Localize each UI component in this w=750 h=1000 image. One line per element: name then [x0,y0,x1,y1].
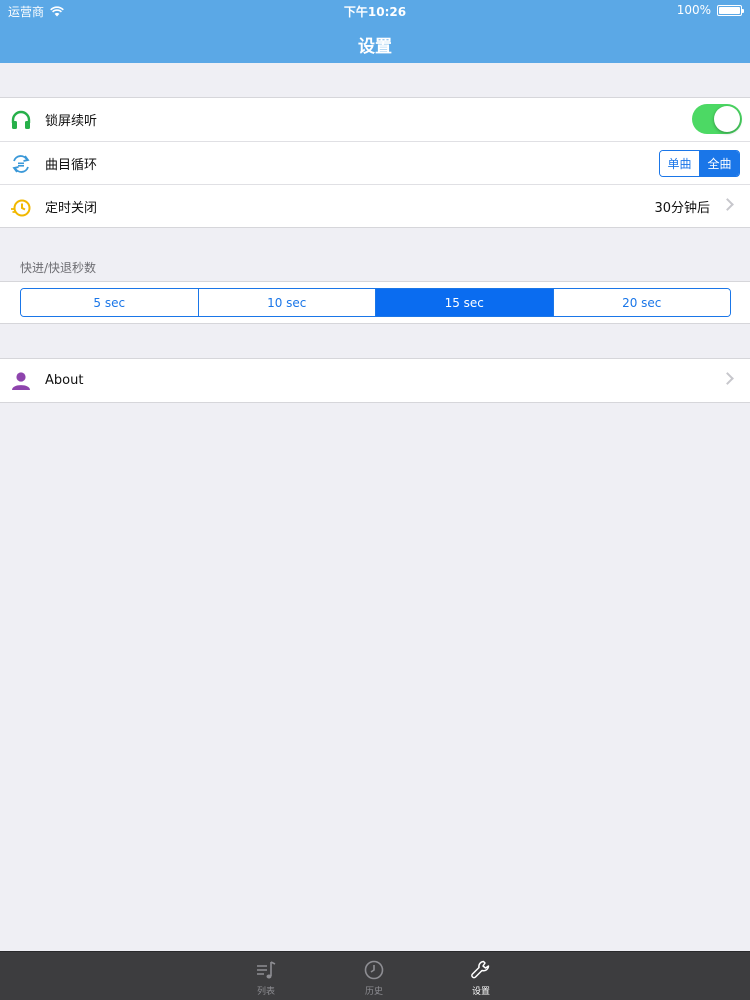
timer-icon [10,196,32,218]
battery-percent: 100% [676,3,711,17]
battery-icon [717,4,744,16]
headphones-icon [10,109,32,131]
toggle-knob [714,106,740,132]
loop-row: 曲目循环 单曲 全曲 [0,141,750,184]
repeat-icon [10,153,32,175]
about-group: About [0,358,750,403]
timer-label: 定时关闭 [45,200,98,216]
tab-settings-label: 设置 [471,987,490,997]
seek-segmented-control: 5 sec 10 sec 15 sec 20 sec [20,288,731,317]
tab-list-label: 列表 [256,987,275,997]
status-bar: 运营商 下午10:26 100% [0,0,750,20]
about-row[interactable]: About [0,359,750,402]
lock-screen-label: 锁屏续听 [45,114,98,129]
settings-group: 锁屏续听 曲目循环 单曲 全曲 定时关闭 30分钟后 [0,97,750,228]
tab-list[interactable]: 列表 [236,952,296,1000]
user-icon [10,370,32,392]
seek-option-15[interactable]: 15 sec [375,289,553,316]
seek-option-5[interactable]: 5 sec [21,289,198,316]
music-list-icon [257,961,276,979]
page-title: 设置 [358,37,392,57]
wrench-icon [471,960,490,979]
chevron-right-icon [721,198,734,211]
loop-label: 曲目循环 [45,157,98,173]
chevron-right-icon [721,372,734,385]
tab-settings[interactable]: 设置 [451,952,511,1000]
loop-option-single[interactable]: 单曲 [660,151,699,176]
seek-section-header: 快进/快退秒数 [20,261,97,275]
lock-screen-row: 锁屏续听 [0,98,750,141]
tab-bar: 列表 历史 设置 [0,951,750,1000]
status-battery-area: 100% [676,3,744,17]
lock-screen-toggle[interactable] [692,104,742,134]
timer-value: 30分钟后 [654,200,710,216]
seek-option-10[interactable]: 10 sec [197,289,375,316]
timer-row[interactable]: 定时关闭 30分钟后 [0,184,750,227]
clock-icon [364,960,384,980]
about-label: About [45,373,84,388]
tab-history[interactable]: 历史 [344,952,404,1000]
navigation-header: 运营商 下午10:26 100% 设置 [0,0,750,63]
status-time: 下午10:26 [343,5,407,19]
loop-segmented-control: 单曲 全曲 [659,150,740,177]
loop-option-all[interactable]: 全曲 [699,151,739,176]
tab-history-label: 历史 [364,987,383,997]
seek-option-20[interactable]: 20 sec [552,289,730,316]
